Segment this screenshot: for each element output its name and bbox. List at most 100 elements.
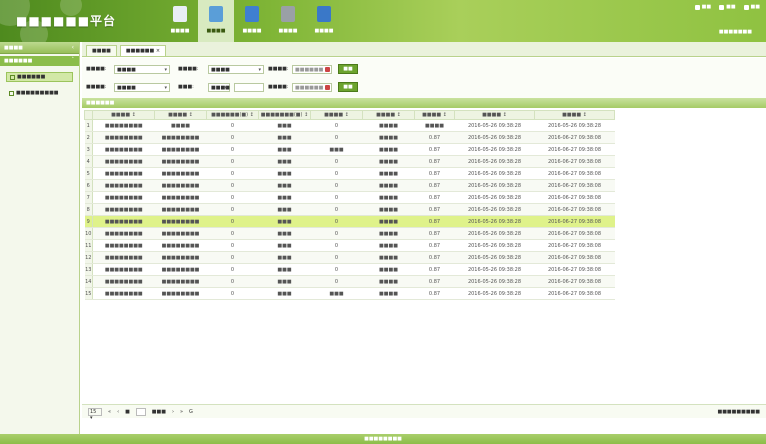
calendar-icon[interactable] [325,66,330,72]
next-page-button[interactable]: › [172,409,174,415]
table-row[interactable]: 10 ■■■■■■■■ ■■■■■■■■ 0 ■■■ 0 ■■■■ 0.87 2016-05-2… [84,227,615,240]
table-cell: ■■■ [258,251,311,264]
table-cell: 2016-06-27 09:38:08 [534,203,615,216]
filter-input[interactable] [234,82,264,92]
row-number: 1 [84,119,93,132]
table-cell: ■■■■ [362,179,415,192]
column-header[interactable]: ■■■■ ↕ [414,110,455,120]
table-row[interactable]: 6 ■■■■■■■■ ■■■■■■■■ 0 ■■■ 0 ■■■■ 0.87 2016-05-26… [84,179,615,192]
top-link[interactable]: ■■ [694,4,712,10]
sidebar-group-label: ■■■■■■ [4,58,33,64]
page-size-select[interactable]: 15 ▾ [88,407,102,421]
row-number: 12 [84,251,93,264]
table-cell: 0.87 [414,155,455,168]
nav-item[interactable]: ■■■■ [270,0,306,42]
top-link[interactable]: ■■ [743,4,760,10]
filter-select[interactable]: ■■■■ ▾ [114,82,170,92]
nav-item[interactable]: ■■■■ [198,0,234,42]
tab[interactable]: ■■■■ [86,45,117,56]
table-row[interactable]: 5 ■■■■■■■■ ■■■■■■■■ 0 ■■■ 0 ■■■■ 0.87 2016-05-26… [84,167,615,180]
sidebar-header-label: ■■■■ [4,45,23,51]
table-cell: ■■■ [258,239,311,252]
refresh-button[interactable]: G [189,409,193,415]
date-input[interactable]: ■■■■■■ [292,64,332,74]
table-row[interactable]: 7 ■■■■■■■■ ■■■■■■■■ 0 ■■■ 0 ■■■■ 0.87 2016-05-26… [84,191,615,204]
table-cell: 2016-05-26 09:38:28 [454,275,535,288]
sidebar-header[interactable]: ■■■■ ‹ [0,42,79,54]
table-cell: 0.87 [414,227,455,240]
calendar-icon[interactable] [325,84,330,90]
sidebar-item[interactable]: ■■■■■■ [6,72,73,82]
column-header[interactable]: ■■■■■■■(■) ↕ [258,110,311,120]
table-cell: 0 [310,251,363,264]
table-cell: ■■■ [258,167,311,180]
table-cell: ■■■■■■■■ [154,239,207,252]
row-number: 11 [84,239,93,252]
table-row[interactable]: 11 ■■■■■■■■ ■■■■■■■■ 0 ■■■ 0 ■■■■ 0.87 2016-05-2… [84,239,615,252]
top-link-label: ■■ [701,4,712,10]
collapse-icon[interactable]: ‹ [72,44,74,51]
filter-panel: ■■■■: ■■■■ ▾ ■■■■: ■■■■ ▾ ■■■■: ■■■■■■ ■■ … [82,58,766,98]
table-cell: 0 [310,215,363,228]
table-cell: ■■■■■■■■ [154,179,207,192]
column-header[interactable]: ■■■■ ↕ [534,110,615,120]
page-number-input[interactable] [135,407,146,416]
column-header[interactable]: ■■■■ ↕ [362,110,415,120]
column-header[interactable]: ■■■■ ↕ [454,110,535,120]
table-row[interactable]: 12 ■■■■■■■■ ■■■■■■■■ 0 ■■■ 0 ■■■■ 0.87 2016-05-2… [84,251,615,264]
table-row[interactable]: 2 ■■■■■■■■ ■■■■■■■■ 0 ■■■ 0 ■■■■ 0.87 2016-05-26… [84,131,615,144]
tab[interactable]: ■■■■■■ × [119,45,167,56]
table-cell: ■■■■■■■■ [154,227,207,240]
table-row[interactable]: 9 ■■■■■■■■ ■■■■■■■■ 0 ■■■ 0 ■■■■ 0.87 2016-05-26… [84,215,615,228]
filter-select[interactable]: ■■■■ ▾ [208,64,264,74]
table-row[interactable]: 14 ■■■■■■■■ ■■■■■■■■ 0 ■■■ 0 ■■■■ 0.87 2016-05-2… [84,275,615,288]
table-row[interactable]: 3 ■■■■■■■■ ■■■■■■■■ 0 ■■■ ■■■ ■■■■ 0.87 2016-05-… [84,143,615,156]
table-cell: 0.87 [414,275,455,288]
table-row[interactable]: 8 ■■■■■■■■ ■■■■■■■■ 0 ■■■ 0 ■■■■ 0.87 2016-05-26… [84,203,615,216]
filter-select[interactable]: ■■■■ ▾ [208,82,230,92]
grid-title: ■■■■■■ [82,98,766,108]
filter-select-value: ■■■■ [117,66,136,73]
app-header: ■■■■■■平台 ■■■■ ■■■■ ■■■■ ■■■■ ■■■■ ■■ ■■ ■■ ■■■… [0,0,766,48]
column-header[interactable]: ■■■■ ↕ [154,110,207,120]
row-number: 4 [84,155,93,168]
table-cell: ■■■ [258,131,311,144]
search-button[interactable]: ■■ [338,82,358,92]
filter-select[interactable]: ■■■■ ▾ [114,64,170,74]
search-button[interactable]: ■■ [338,64,358,74]
table-row[interactable]: 4 ■■■■■■■■ ■■■■■■■■ 0 ■■■ 0 ■■■■ 0.87 2016-05-26… [84,155,615,168]
column-header[interactable]: ■■■■ ↕ [92,110,155,120]
chevron-down-icon: ▾ [258,66,261,73]
sidebar-item[interactable]: ■■■■■■■■■ [6,88,73,98]
table-cell: 0 [310,167,363,180]
table-row[interactable]: 15 ■■■■■■■■ ■■■■■■■■ 0 ■■■ ■■■ ■■■■ 0.87 2016-05… [84,287,615,300]
column-header[interactable]: ■■■■■■(■) ↕ [206,110,259,120]
last-page-button[interactable]: » [180,409,183,415]
link-icon [743,4,749,10]
table-cell: ■■■■ [362,167,415,180]
sidebar-group[interactable]: ■■■■■■ ˄ [0,56,79,66]
table-cell: ■■■■ [362,263,415,276]
nav-label: ■■■■ [242,28,262,34]
page-icon [9,90,14,96]
filter-select-value: ■■■■ [211,84,230,91]
table-row[interactable]: 13 ■■■■■■■■ ■■■■■■■■ 0 ■■■ 0 ■■■■ 0.87 2016-05-2… [84,263,615,276]
date-input[interactable]: ■■■■■■ [292,82,332,92]
table-cell: ■■■■■■■■ [92,143,155,156]
nav-item[interactable]: ■■■■ [234,0,270,42]
top-link[interactable]: ■■ [719,4,736,10]
table-cell: 0 [206,119,259,132]
row-number: 3 [84,143,93,156]
nav-item[interactable]: ■■■■ [306,0,342,42]
table-cell: 0.87 [414,143,455,156]
column-header[interactable]: ■■■■ ↕ [310,110,363,120]
table-cell: 2016-06-27 09:38:08 [534,263,615,276]
nav-item[interactable]: ■■■■ [162,0,198,42]
table-row[interactable]: 1 ■■■■■■■■ ■■■■ 0 ■■■ 0 ■■■■ ■■■■ 2016-05-26 09:… [84,119,615,132]
first-page-button[interactable]: « [108,409,111,415]
table-cell: 0.87 [414,287,455,300]
table-cell: 0 [310,203,363,216]
prev-page-button[interactable]: ‹ [117,409,119,415]
top-right-links: ■■ ■■ ■■ [694,4,760,10]
filter-label: ■■■■: [86,84,107,90]
